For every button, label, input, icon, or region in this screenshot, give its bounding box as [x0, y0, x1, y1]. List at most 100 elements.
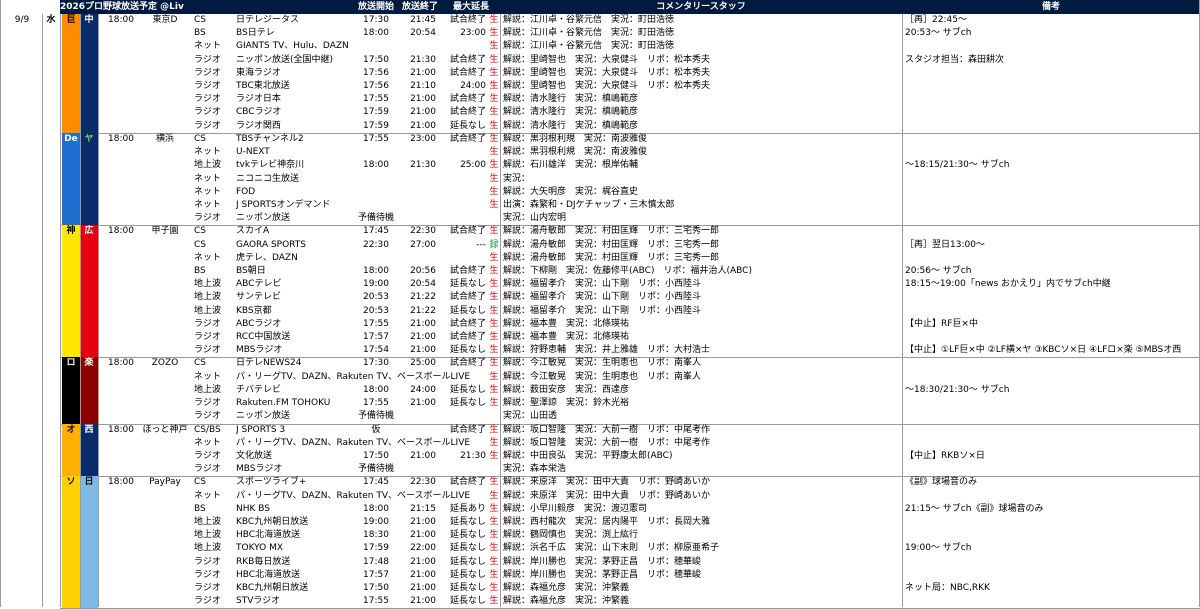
broadcast-type: ラジオ: [194, 107, 221, 118]
start-time: 17:30: [363, 358, 389, 369]
broadcast-type: ネット: [194, 371, 222, 382]
broadcast-type: ラジオ: [194, 411, 221, 422]
max-extension: 延長なし: [449, 305, 486, 316]
notes-cell: [902, 133, 1200, 146]
end-time: 25:00: [410, 358, 436, 369]
broadcast-type: ラジオ: [194, 583, 221, 594]
commentary-staff: 解説：福留孝介 実況：山下剛 リポ：小西陸斗: [503, 279, 702, 290]
end-time: 27:00: [410, 239, 436, 250]
broadcast-type: ラジオ: [194, 569, 221, 580]
column-divider: [98, 14, 99, 607]
commentary-staff: 実況：森本栄浩: [503, 464, 567, 475]
end-time: 21:22: [410, 305, 436, 316]
broadcast-type: CS: [194, 358, 206, 369]
broadcast-type: ラジオ: [194, 81, 221, 92]
live-indicator: 生: [489, 530, 499, 541]
schedule-sheet: 2026プロ野球放送予定 @LiveTV_89 放送開始 放送終了 最大延長 コ…: [0, 0, 1200, 609]
header-spacer: [184, 0, 354, 14]
commentary-staff: 解説：聖澤諒 実況：鈴木光裕: [503, 398, 630, 409]
start-time: 17:50: [363, 54, 389, 65]
start-time: 予備待機: [357, 411, 394, 422]
end-time: [398, 437, 442, 450]
game-time: 18:00: [108, 477, 134, 488]
live-indicator: 生: [489, 332, 499, 343]
live-indicator: 生: [489, 318, 499, 329]
end-time: 21:00: [410, 516, 436, 527]
start-time: 17:55: [363, 133, 389, 144]
broadcast-type: ラジオ: [194, 54, 221, 65]
team-home-badge: ソ: [62, 476, 80, 609]
notes-cell: [902, 186, 1200, 199]
max-extension: [442, 186, 488, 199]
live-indicator: 生: [489, 173, 499, 184]
broadcast-type: ネット: [194, 252, 222, 263]
max-extension: 24:00: [460, 81, 486, 92]
header-end: 放送終了: [398, 0, 442, 14]
max-extension: [442, 252, 488, 265]
commentary-staff: 解説：中田良弘 実況：平野康太郎(ABC): [503, 450, 673, 461]
end-time: 21:00: [410, 556, 436, 567]
end-time: 20:54: [410, 279, 436, 290]
end-time: 21:00: [410, 107, 436, 118]
notes-cell: [902, 516, 1200, 529]
broadcast-type: ネット: [194, 490, 222, 501]
end-time: [398, 146, 442, 159]
commentary-staff: 解説：森福允彦 実況：沖繁義: [503, 583, 630, 594]
notes-cell: 《副》球場音のみ: [905, 477, 978, 488]
broadcast-type: 地上波: [194, 530, 222, 541]
notes-cell: [902, 357, 1200, 370]
commentary-staff: 解説：石川雄洋 実況：根岸佑輔: [503, 160, 639, 171]
start-time: 予備待機: [357, 464, 394, 475]
end-time: 22:30: [410, 477, 436, 488]
live-indicator: 生: [489, 345, 499, 356]
live-indicator: 生: [489, 107, 499, 118]
commentary-staff: 解説：福本豊 実況：北條瑛祐: [503, 318, 630, 329]
max-extension: ---: [476, 239, 486, 250]
broadcast-type: CS: [194, 477, 206, 488]
notes-cell: スタジオ担当：森田耕次: [905, 54, 1005, 65]
team-away-badge: 日: [80, 476, 98, 609]
start-time: 20:53: [363, 292, 389, 303]
end-time: [398, 490, 442, 503]
start-time: 17:56: [363, 67, 389, 78]
start-time: 17:55: [363, 596, 389, 607]
broadcast-type: ネット: [194, 199, 222, 210]
broadcast-type: ラジオ: [194, 213, 221, 224]
notes-cell: [902, 331, 1200, 344]
live-indicator: 生: [489, 94, 499, 105]
broadcast-type: ネット: [194, 147, 222, 158]
end-time: 21:00: [410, 583, 436, 594]
commentary-staff: 解説：大矢明彦 実況：梶谷直史: [503, 186, 639, 197]
commentary-staff: 解説：福本豊 実況：北條瑛祐: [503, 332, 630, 343]
end-time: 21:00: [410, 569, 436, 580]
live-indicator: 生: [489, 450, 499, 461]
live-indicator: 生: [489, 81, 499, 92]
venue-label: 甲子園: [151, 226, 179, 237]
commentary-staff: 解説：福留孝介 実況：山下剛 リポ：小西陸斗: [503, 305, 702, 316]
end-time: 21:30: [410, 160, 436, 171]
broadcast-type: CS: [194, 239, 206, 250]
team-home-badge: 巨: [62, 14, 80, 133]
end-time: 21:00: [410, 67, 436, 78]
max-extension: 試合終了: [449, 226, 486, 237]
commentary-staff: 解説：鶴岡慎也 実況：渕上紘行: [503, 530, 639, 541]
end-time: 21:45: [410, 15, 436, 25]
start-time: [354, 437, 398, 450]
broadcast-type: ネット: [194, 41, 222, 52]
live-indicator: 生: [489, 503, 499, 514]
start-time: 17:50: [363, 583, 389, 594]
live-indicator: 生: [489, 398, 499, 409]
start-time: 17:57: [363, 569, 389, 580]
max-extension: 延長あり: [449, 503, 486, 514]
max-extension: 試合終了: [449, 358, 486, 369]
start-time: [354, 146, 398, 159]
end-time: [398, 212, 442, 225]
column-divider: [60, 14, 61, 607]
broadcast-type: CS: [194, 133, 206, 144]
start-time: [354, 199, 398, 212]
max-extension: 25:00: [460, 160, 486, 171]
live-indicator: 生: [489, 252, 499, 263]
live-indicator: [488, 463, 500, 476]
commentary-staff: 解説：江川卓・谷繁元信 実況：町田浩徳: [503, 41, 675, 52]
end-time: 20:54: [410, 28, 436, 39]
